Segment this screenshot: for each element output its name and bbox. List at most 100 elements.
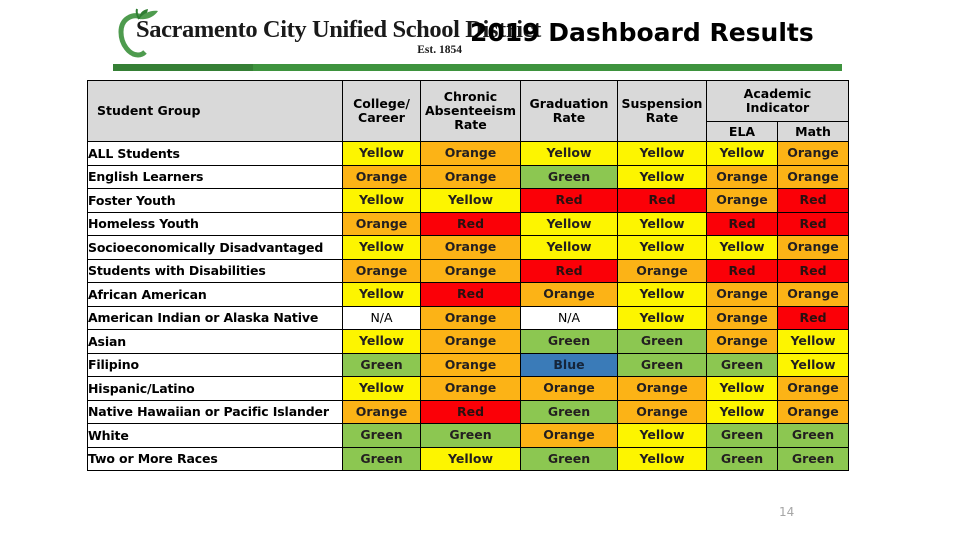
rating-cell-ela: Orange [706, 329, 778, 354]
student-group-label: English Learners [87, 164, 343, 189]
rating-cell-chronic-absenteeism: Orange [420, 305, 521, 330]
student-group-label: Hispanic/Latino [87, 376, 343, 401]
rating-cell-college-career: Orange [342, 258, 421, 283]
header-divider-accent [113, 64, 253, 71]
rating-cell-math: Orange [776, 376, 850, 401]
rating-cell-math: Red [776, 258, 850, 283]
rating-cell-ela: Green [706, 352, 778, 377]
student-group-label: Two or More Races [87, 446, 343, 471]
rating-cell-ela: Yellow [706, 399, 778, 424]
rating-cell-college-career: Yellow [342, 141, 421, 166]
rating-cell-graduation-rate: Orange [520, 423, 618, 448]
rating-cell-chronic-absenteeism: Yellow [420, 188, 521, 213]
rating-cell-graduation-rate: Green [520, 329, 618, 354]
column-header-academic-indicator: Academic Indicator [705, 80, 850, 122]
rating-cell-ela: Yellow [706, 141, 778, 166]
rating-cell-math: Red [776, 188, 850, 213]
rating-cell-ela: Red [706, 258, 778, 283]
student-group-label: White [87, 423, 343, 448]
rating-cell-chronic-absenteeism: Orange [420, 258, 521, 283]
rating-cell-ela: Orange [706, 282, 778, 307]
rating-cell-chronic-absenteeism: Orange [420, 235, 521, 260]
rating-cell-ela: Green [706, 423, 778, 448]
column-header-graduation-rate: Graduation Rate [520, 80, 618, 142]
rating-cell-chronic-absenteeism: Orange [420, 352, 521, 377]
table-row: English Learners Orange Orange Green Yellow O… [87, 164, 850, 189]
rating-cell-college-career: N/A [342, 305, 421, 330]
rating-cell-college-career: Yellow [342, 235, 421, 260]
table-row: Students with Disabilities Orange Orange Re… [87, 258, 850, 283]
rating-cell-suspension-rate: Yellow [617, 211, 707, 236]
rating-cell-suspension-rate: Yellow [617, 305, 707, 330]
student-group-label: American Indian or Alaska Native [87, 305, 343, 330]
rating-cell-college-career: Yellow [342, 282, 421, 307]
student-group-label: Asian [87, 329, 343, 354]
rating-cell-suspension-rate: Yellow [617, 423, 707, 448]
rating-cell-college-career: Orange [342, 164, 421, 189]
student-group-label: Socioeconomically Disadvantaged [87, 235, 343, 260]
rating-cell-ela: Orange [706, 164, 778, 189]
rating-cell-college-career: Green [342, 446, 421, 471]
district-name: Sacramento City Unified School District [136, 16, 541, 43]
column-header-college-career: College/Career [342, 80, 421, 142]
column-header-math: Math [776, 121, 850, 142]
rating-cell-graduation-rate: N/A [520, 305, 618, 330]
rating-cell-suspension-rate: Green [617, 329, 707, 354]
rating-cell-college-career: Yellow [342, 329, 421, 354]
table-row: Hispanic/Latino Yellow Orange Orange Orange Y… [87, 376, 850, 401]
rating-cell-suspension-rate: Yellow [617, 141, 707, 166]
table-row: Homeless Youth Orange Red Yellow Yellow Red Re… [87, 211, 850, 236]
column-header-suspension-rate: Suspension Rate [617, 80, 707, 142]
rating-cell-suspension-rate: Orange [617, 376, 707, 401]
district-logo: Sacramento City Unified School District … [112, 4, 541, 60]
rating-cell-ela: Green [706, 446, 778, 471]
rating-cell-ela: Orange [706, 188, 778, 213]
table-row: Native Hawaiian or Pacific Islander Orang… [87, 399, 850, 424]
rating-cell-ela: Yellow [706, 376, 778, 401]
column-header-chronic-absenteeism: Chronic Absenteeism Rate [420, 80, 521, 142]
rating-cell-chronic-absenteeism: Green [420, 423, 521, 448]
rating-cell-college-career: Green [342, 352, 421, 377]
rating-cell-chronic-absenteeism: Orange [420, 141, 521, 166]
rating-cell-math: Orange [776, 282, 850, 307]
rating-cell-graduation-rate: Yellow [520, 141, 618, 166]
table-row: Filipino Green Orange Blue Green Green Yellow [87, 352, 850, 377]
rating-cell-college-career: Yellow [342, 376, 421, 401]
rating-cell-graduation-rate: Orange [520, 282, 618, 307]
rating-cell-suspension-rate: Yellow [617, 282, 707, 307]
rating-cell-graduation-rate: Green [520, 399, 618, 424]
rating-cell-suspension-rate: Orange [617, 258, 707, 283]
rating-cell-suspension-rate: Red [617, 188, 707, 213]
column-header-ela: ELA [706, 121, 778, 142]
rating-cell-suspension-rate: Yellow [617, 164, 707, 189]
table-row: Socioeconomically Disadvantaged Yellow Ora… [87, 235, 850, 260]
rating-cell-college-career: Orange [342, 399, 421, 424]
student-group-label: Foster Youth [87, 188, 343, 213]
slide-header: Sacramento City Unified School District … [0, 0, 960, 78]
rating-cell-graduation-rate: Green [520, 164, 618, 189]
rating-cell-chronic-absenteeism: Red [420, 282, 521, 307]
rating-cell-suspension-rate: Green [617, 352, 707, 377]
page-number: 14 [779, 505, 795, 519]
table-row: Two or More Races Green Yellow Green Yellow G… [87, 446, 850, 471]
rating-cell-math: Yellow [776, 329, 850, 354]
rating-cell-chronic-absenteeism: Orange [420, 376, 521, 401]
student-group-label: Filipino [87, 352, 343, 377]
rating-cell-math: Yellow [776, 352, 850, 377]
rating-cell-graduation-rate: Orange [520, 376, 618, 401]
rating-cell-math: Red [776, 211, 850, 236]
rating-cell-suspension-rate: Yellow [617, 235, 707, 260]
table-row: Asian Yellow Orange Green Green Orange Yellow [87, 329, 850, 354]
rating-cell-college-career: Orange [342, 211, 421, 236]
rating-cell-math: Green [776, 446, 850, 471]
rating-cell-graduation-rate: Red [520, 258, 618, 283]
rating-cell-chronic-absenteeism: Orange [420, 329, 521, 354]
rating-cell-math: Orange [776, 141, 850, 166]
table-row: ALL Students Yellow Orange Yellow Yellow Yell… [87, 141, 850, 166]
rating-cell-math: Green [776, 423, 850, 448]
rating-cell-college-career: Yellow [342, 188, 421, 213]
table-row: White Green Green Orange Yellow Green Green [87, 423, 850, 448]
district-established: Est. 1854 [417, 44, 462, 56]
rating-cell-math: Orange [776, 235, 850, 260]
rating-cell-math: Red [776, 305, 850, 330]
